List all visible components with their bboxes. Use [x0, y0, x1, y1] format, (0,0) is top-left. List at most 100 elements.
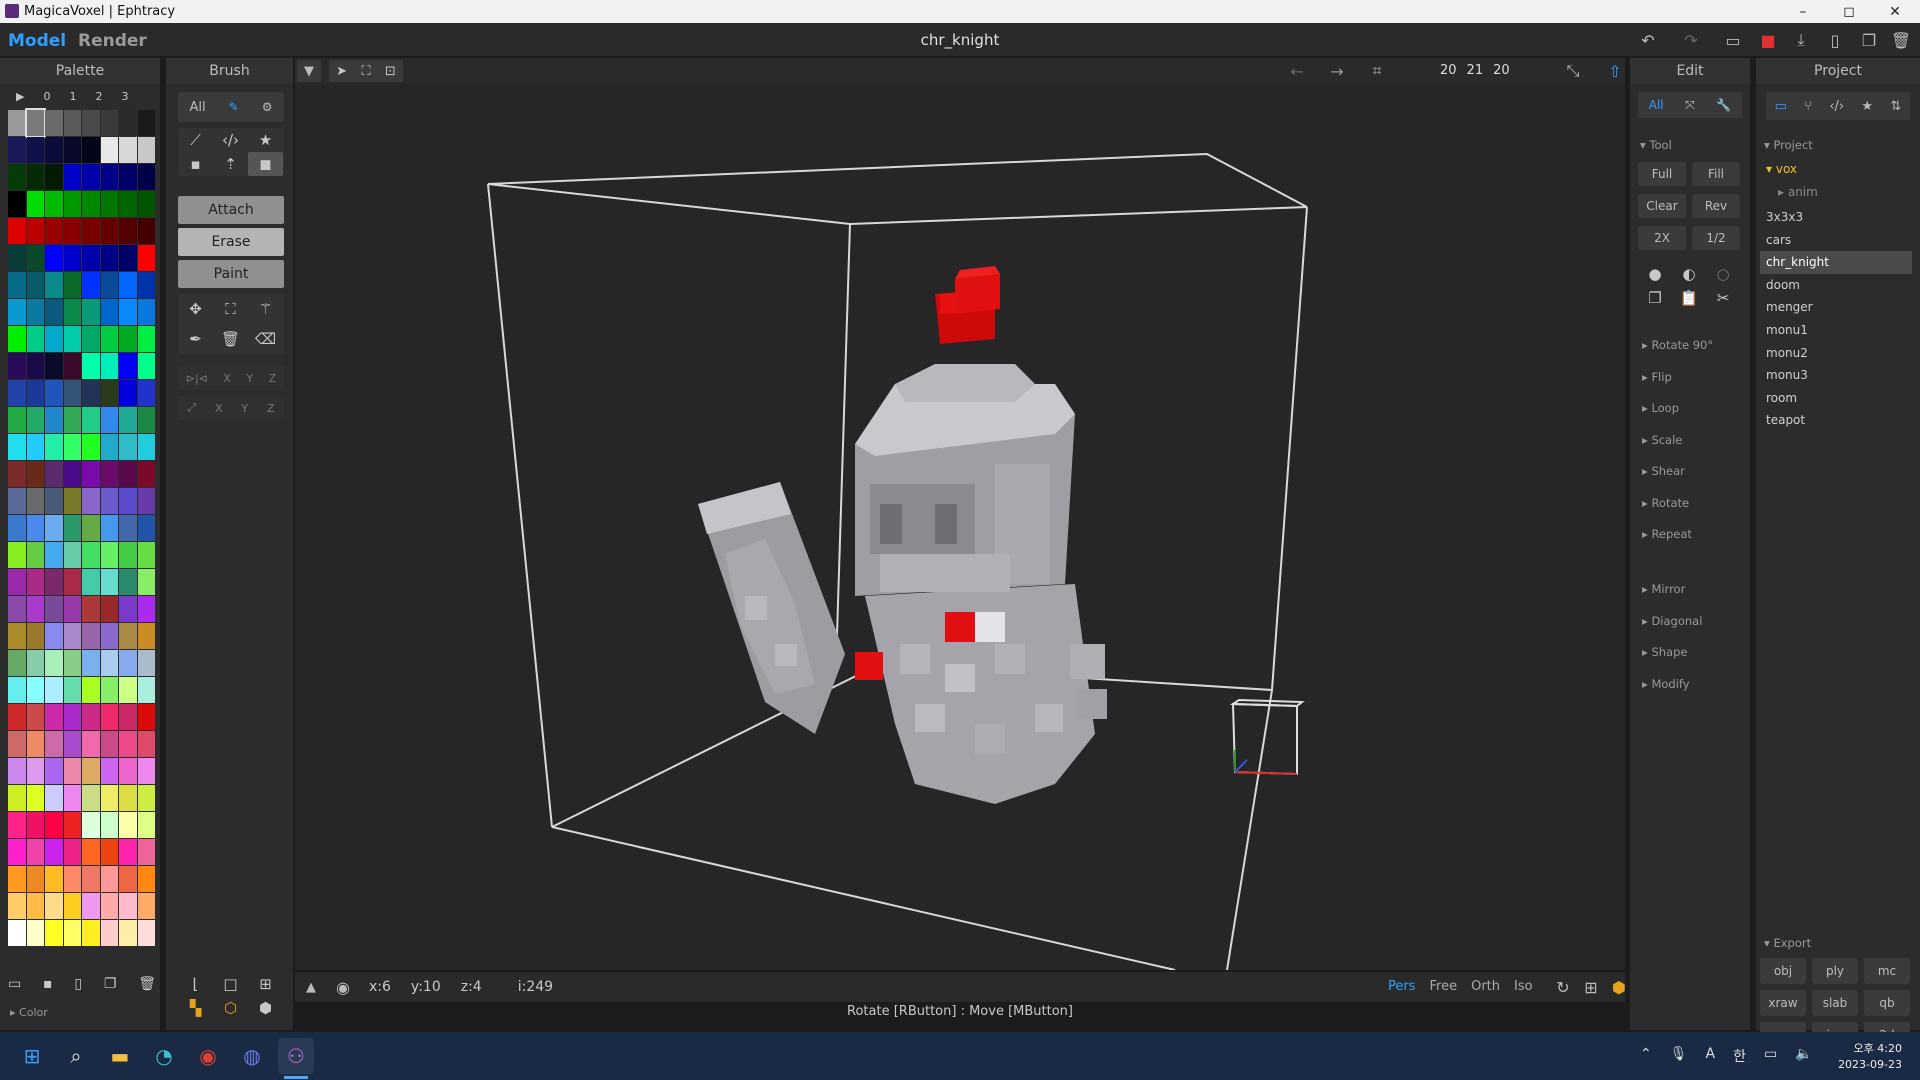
code-icon[interactable]: ‹/›	[1829, 99, 1844, 114]
palette-swatch[interactable]	[45, 785, 63, 811]
palette-swatch[interactable]	[82, 866, 100, 892]
palette-swatch[interactable]	[100, 110, 118, 136]
palette-swatch[interactable]	[26, 380, 44, 406]
scale-section[interactable]: ▸ Scale	[1630, 433, 1750, 465]
palette-swatch[interactable]	[45, 245, 63, 271]
palette-swatch[interactable]	[63, 488, 81, 514]
palette-swatch[interactable]	[45, 596, 63, 622]
orientation-gizmo[interactable]	[1229, 698, 1305, 776]
undo-icon[interactable]: ↶	[1636, 29, 1660, 51]
palette-swatch[interactable]	[45, 164, 63, 190]
palette-swatch[interactable]	[137, 380, 155, 406]
palette-swatch[interactable]	[63, 839, 81, 865]
palette-swatch[interactable]	[137, 785, 155, 811]
palette-swatch[interactable]	[137, 245, 155, 271]
project-file-item[interactable]: room	[1760, 387, 1912, 410]
start-windows-icon[interactable]: ⊞	[14, 1038, 50, 1074]
palette-swatch[interactable]	[82, 137, 100, 163]
shrink-icon[interactable]: ⤡	[1561, 60, 1585, 82]
palette-swatch[interactable]	[82, 623, 100, 649]
axis-z-toggle[interactable]: Z	[267, 402, 275, 415]
upload-icon[interactable]: ⇧	[1603, 60, 1627, 82]
dim-z[interactable]: 20	[1493, 63, 1510, 78]
brush-pen-icon[interactable]: ✎	[229, 100, 239, 114]
palette-swatch[interactable]	[137, 461, 155, 487]
palette-swatch[interactable]	[100, 920, 118, 946]
palette-swatch[interactable]	[119, 137, 137, 163]
eraser-icon[interactable]: ⌫	[248, 324, 283, 354]
palette-swatch[interactable]	[45, 461, 63, 487]
palette-swatch[interactable]	[137, 164, 155, 190]
paste-icon[interactable]: 📋	[1672, 286, 1706, 310]
open-folder-icon[interactable]: ▭	[1721, 29, 1745, 51]
delete-icon[interactable]: 🗑	[213, 324, 248, 354]
render-cube-icon[interactable]: ⬢	[1607, 976, 1631, 998]
palette-swatch[interactable]	[26, 299, 44, 325]
project-file-item[interactable]: monu2	[1760, 342, 1912, 365]
half-circle-icon[interactable]: ◐	[1672, 262, 1706, 286]
copy-icon[interactable]: ❐	[1638, 286, 1672, 310]
code-brush-icon[interactable]: ‹/›	[213, 128, 248, 152]
palette-swatch[interactable]	[119, 488, 137, 514]
palette-swatch[interactable]	[26, 785, 44, 811]
palette-swatch[interactable]	[119, 164, 137, 190]
eyedropper-icon[interactable]: ✒	[178, 324, 213, 354]
palette-swatch[interactable]	[45, 353, 63, 379]
palette-swatch[interactable]	[45, 677, 63, 703]
palette-swatch[interactable]	[100, 515, 118, 541]
tool-section-header[interactable]: ▾ Tool	[1640, 138, 1672, 152]
paint-button[interactable]: Paint	[178, 260, 284, 288]
discord-icon[interactable]: ◍	[234, 1038, 270, 1074]
export-qb-button[interactable]: qb	[1864, 990, 1910, 1016]
palette-swatch[interactable]	[82, 650, 100, 676]
palette-swatch[interactable]	[100, 596, 118, 622]
palette-swatch[interactable]	[8, 758, 26, 784]
palette-swatch[interactable]	[82, 515, 100, 541]
palette-swatch[interactable]	[100, 299, 118, 325]
palette-swatch[interactable]	[63, 542, 81, 568]
palette-swatch[interactable]	[82, 677, 100, 703]
palette-swatch[interactable]	[82, 326, 100, 352]
palette-swatch[interactable]	[100, 839, 118, 865]
project-file-item[interactable]: monu3	[1760, 364, 1912, 387]
palette-swatch[interactable]	[119, 407, 137, 433]
folder-icon[interactable]: ▭	[1775, 99, 1787, 114]
palette-swatch[interactable]	[26, 623, 44, 649]
rotate90-section[interactable]: ▸ Rotate 90°	[1630, 338, 1750, 370]
select-box-icon[interactable]: ⛶	[213, 294, 248, 324]
palette-swatch[interactable]	[82, 893, 100, 919]
edit-all-filter[interactable]: All	[1649, 98, 1664, 112]
palette-swatch[interactable]	[63, 596, 81, 622]
palette-swatch[interactable]	[26, 812, 44, 838]
palette-swatch[interactable]	[63, 650, 81, 676]
palette-swatch[interactable]	[63, 515, 81, 541]
palette-swatch[interactable]	[100, 353, 118, 379]
palette-tab-play[interactable]: ▶	[16, 90, 24, 103]
anim-folder[interactable]: ▸ anim	[1778, 185, 1818, 199]
palette-swatch[interactable]	[137, 596, 155, 622]
palette-swatch[interactable]	[82, 299, 100, 325]
forward-arrow[interactable]: →	[1325, 60, 1349, 82]
palette-swatch[interactable]	[63, 353, 81, 379]
palette-swatch[interactable]	[8, 866, 26, 892]
double-button[interactable]: 2X	[1638, 226, 1686, 250]
palette-swatch[interactable]	[100, 569, 118, 595]
palette-swatch[interactable]	[45, 758, 63, 784]
axis-x-toggle[interactable]: X	[215, 402, 223, 415]
palette-swatch[interactable]	[63, 380, 81, 406]
palette-tab-1[interactable]: 1	[69, 90, 76, 103]
palette-swatch[interactable]	[8, 596, 26, 622]
magic-wand-icon[interactable]: ⚚	[248, 294, 283, 324]
palette-swatch[interactable]	[82, 461, 100, 487]
palette-swatch[interactable]	[100, 434, 118, 460]
frame-icon[interactable]: □	[213, 972, 248, 996]
palette-swatch[interactable]	[100, 218, 118, 244]
palette-swatch[interactable]	[82, 920, 100, 946]
palette-swatch[interactable]	[8, 434, 26, 460]
save-icon[interactable]: ■	[1756, 29, 1780, 51]
palette-swatch[interactable]	[119, 623, 137, 649]
palette-swatch[interactable]	[45, 542, 63, 568]
transform-icon[interactable]: ⤧	[1685, 98, 1695, 113]
palette-swatch[interactable]	[8, 218, 26, 244]
vox-folder[interactable]: ▾ vox	[1766, 162, 1797, 176]
